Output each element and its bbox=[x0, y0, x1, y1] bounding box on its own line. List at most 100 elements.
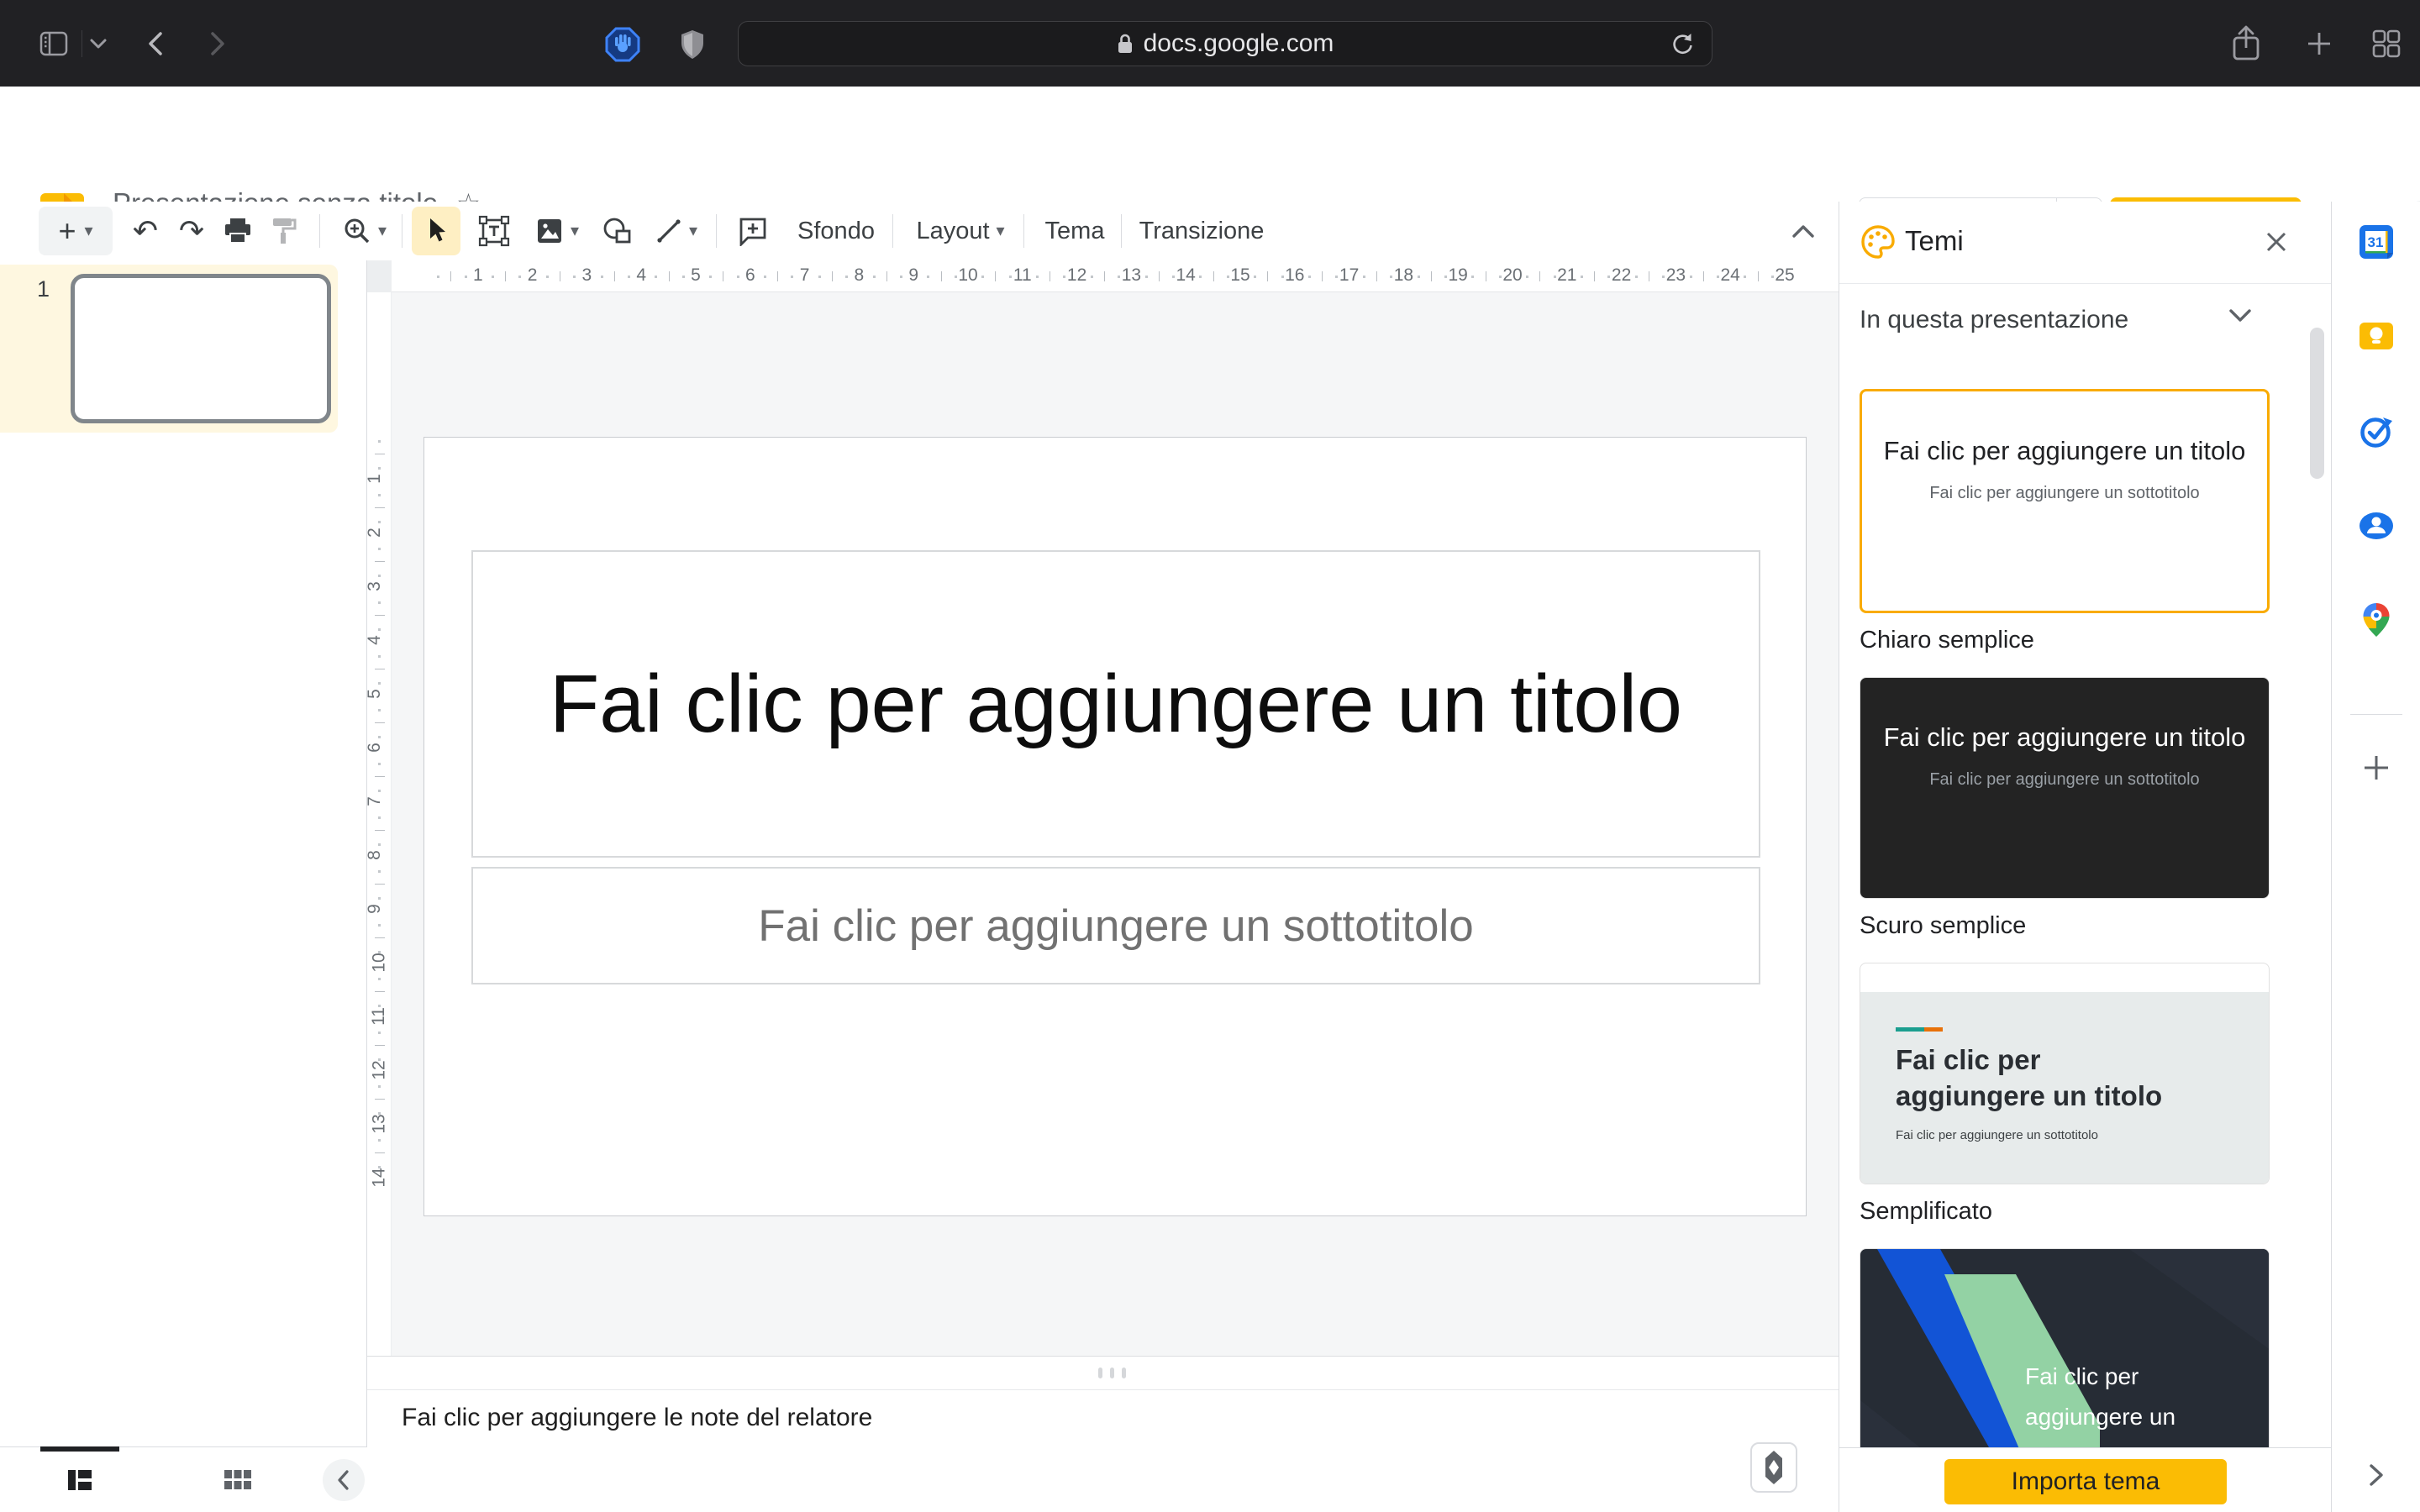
filmstrip-footer bbox=[0, 1446, 367, 1512]
address-bar[interactable]: docs.google.com bbox=[738, 21, 1712, 66]
add-app-icon[interactable] bbox=[2358, 749, 2395, 786]
caret-down-icon: ▾ bbox=[571, 223, 579, 239]
theme-card-scuro-semplice[interactable]: Fai clic per aggiungere un titolo Fai cl… bbox=[1860, 677, 2270, 899]
theme-preview-title: Fai clic per aggiungere un titolo bbox=[1881, 720, 2249, 755]
sidebar-chevron-down-icon[interactable] bbox=[86, 35, 111, 52]
app-header: Presentazione senza titolo ☆ File Modifi… bbox=[0, 87, 2420, 202]
in-this-presentation-row[interactable]: In questa presentazione bbox=[1839, 284, 2332, 357]
theme-preview-subtitle: Fai clic per aggiungere un sottotitolo bbox=[1881, 770, 2249, 790]
drag-dots-icon bbox=[1122, 1368, 1126, 1378]
browser-titlebar: docs.google.com bbox=[0, 0, 2420, 87]
add-comment-button[interactable] bbox=[729, 202, 776, 260]
theme-card-geometric[interactable]: Fai clic per aggiungere un titolo bbox=[1860, 1248, 2270, 1447]
divider bbox=[1023, 214, 1024, 248]
theme-card-chiaro-semplice[interactable]: Fai clic per aggiungere un titolo Fai cl… bbox=[1860, 389, 2270, 613]
expand-side-panel-button[interactable] bbox=[2358, 1457, 2395, 1494]
drag-dots-icon bbox=[1110, 1368, 1114, 1378]
filmstrip-view-button[interactable] bbox=[59, 1447, 101, 1512]
tasks-icon[interactable] bbox=[2358, 413, 2395, 450]
slide-thumbnail[interactable] bbox=[71, 274, 331, 423]
panel-scrollbar[interactable] bbox=[2310, 328, 2324, 479]
theme-button[interactable]: Tema bbox=[1039, 202, 1111, 260]
paint-format-button[interactable] bbox=[262, 202, 304, 260]
title-placeholder-box[interactable]: Fai clic per aggiungere un titolo bbox=[471, 550, 1760, 858]
themes-panel: Temi In questa presentazione Fai clic pe… bbox=[1839, 202, 2331, 1512]
speaker-notes[interactable]: Fai clic per aggiungere le note del rela… bbox=[367, 1390, 1857, 1512]
insert-line-button[interactable]: ▾ bbox=[647, 202, 706, 260]
reload-icon[interactable] bbox=[1670, 31, 1695, 58]
import-theme-button[interactable]: Importa tema bbox=[1944, 1459, 2227, 1504]
filmstrip-selected-row[interactable]: 1 bbox=[0, 265, 338, 433]
sidebar-toggle-icon[interactable] bbox=[37, 27, 71, 60]
line-icon bbox=[655, 218, 682, 244]
theme-name: Chiaro semplice bbox=[1860, 627, 2332, 657]
divider bbox=[892, 214, 893, 248]
maps-icon[interactable] bbox=[2358, 601, 2395, 638]
layout-button[interactable]: Layout▾ bbox=[908, 202, 1013, 260]
accent-dash-teal bbox=[1896, 1027, 1924, 1032]
h-ruler: 1234567891011121314151617181920212223242… bbox=[392, 260, 1857, 292]
print-button[interactable] bbox=[217, 202, 259, 260]
notes-resize-handle[interactable] bbox=[367, 1356, 1857, 1390]
forward-button[interactable] bbox=[200, 27, 234, 60]
svg-text:31: 31 bbox=[2368, 234, 2384, 250]
new-slide-button[interactable]: + ▾ bbox=[39, 207, 113, 255]
themes-panel-header: Temi bbox=[1839, 202, 2332, 284]
image-icon bbox=[535, 217, 564, 245]
drag-dots-icon bbox=[1098, 1368, 1102, 1378]
transition-button[interactable]: Transizione bbox=[1136, 202, 1267, 260]
theme-preview-title: Fai clic per aggiungere un titolo bbox=[1896, 1042, 2173, 1115]
insert-image-button[interactable]: ▾ bbox=[528, 202, 587, 260]
text-box-button[interactable] bbox=[471, 202, 518, 260]
chevron-left-icon bbox=[335, 1469, 352, 1491]
zoom-button[interactable]: ▾ bbox=[334, 202, 395, 260]
content-blocker-extension-icon[interactable] bbox=[603, 25, 642, 64]
slide-editor[interactable]: Fai clic per aggiungere un titolo Fai cl… bbox=[424, 437, 1807, 1216]
redo-button[interactable]: ↷ bbox=[172, 202, 211, 260]
chevron-down-icon bbox=[2228, 307, 2253, 324]
url-text: docs.google.com bbox=[1144, 29, 1334, 58]
select-tool-button[interactable] bbox=[412, 207, 460, 255]
caret-down-icon: ▾ bbox=[997, 223, 1005, 239]
contacts-icon[interactable] bbox=[2358, 507, 2395, 544]
background-button[interactable]: Sfondo bbox=[790, 202, 882, 260]
speaker-notes-placeholder: Fai clic per aggiungere le note del rela… bbox=[402, 1404, 872, 1432]
divider bbox=[2350, 714, 2402, 715]
chevron-right-icon bbox=[2367, 1462, 2386, 1488]
grid-view-button[interactable] bbox=[217, 1447, 259, 1512]
share-page-icon[interactable] bbox=[2227, 24, 2265, 64]
themes-panel-title: Temi bbox=[1905, 225, 1964, 257]
keep-icon[interactable] bbox=[2358, 318, 2395, 354]
subtitle-placeholder-box[interactable]: Fai clic per aggiungere un sottotitolo bbox=[471, 867, 1760, 984]
ruler-corner bbox=[367, 260, 392, 292]
close-icon bbox=[2264, 229, 2289, 255]
explore-icon bbox=[1759, 1449, 1789, 1486]
collapse-toolbar-button[interactable] bbox=[1780, 202, 1827, 260]
back-button[interactable] bbox=[139, 27, 173, 60]
palette-icon bbox=[1860, 223, 1897, 260]
theme-preview-subtitle: Fai clic per aggiungere un sottotitolo bbox=[1896, 1128, 2098, 1142]
v-ruler: 1234567891011121314 bbox=[367, 292, 392, 1356]
theme-preview-title: Fai clic per aggiungere un titolo bbox=[2025, 1357, 2227, 1447]
caret-down-icon: ▾ bbox=[84, 223, 92, 239]
close-panel-button[interactable] bbox=[2260, 225, 2293, 259]
google-slides-window: docs.google.com Presentazione senza tito… bbox=[0, 0, 2420, 1512]
zoom-icon bbox=[343, 217, 371, 245]
undo-button[interactable]: ↶ bbox=[126, 202, 165, 260]
calendar-icon[interactable]: 31 bbox=[2358, 223, 2395, 260]
side-apps-strip: 31 bbox=[2331, 202, 2420, 1512]
caret-down-icon: ▾ bbox=[378, 223, 387, 239]
explore-button[interactable] bbox=[1750, 1442, 1797, 1493]
divider bbox=[1121, 214, 1122, 248]
caret-down-icon: ▾ bbox=[689, 223, 697, 239]
new-tab-icon[interactable] bbox=[2301, 27, 2338, 60]
themes-list: Fai clic per aggiungere un titolo Fai cl… bbox=[1839, 357, 2332, 1447]
section-label: In questa presentazione bbox=[1860, 306, 2128, 334]
themes-panel-footer: Importa tema bbox=[1839, 1447, 2332, 1512]
insert-shape-button[interactable] bbox=[595, 202, 640, 260]
cursor-icon bbox=[424, 217, 449, 245]
collapse-filmstrip-button[interactable] bbox=[323, 1459, 365, 1501]
tab-overview-icon[interactable] bbox=[2368, 27, 2405, 60]
shield-extension-icon[interactable] bbox=[677, 27, 708, 62]
theme-card-semplificato[interactable]: Fai clic per aggiungere un titolo Fai cl… bbox=[1860, 963, 2270, 1184]
